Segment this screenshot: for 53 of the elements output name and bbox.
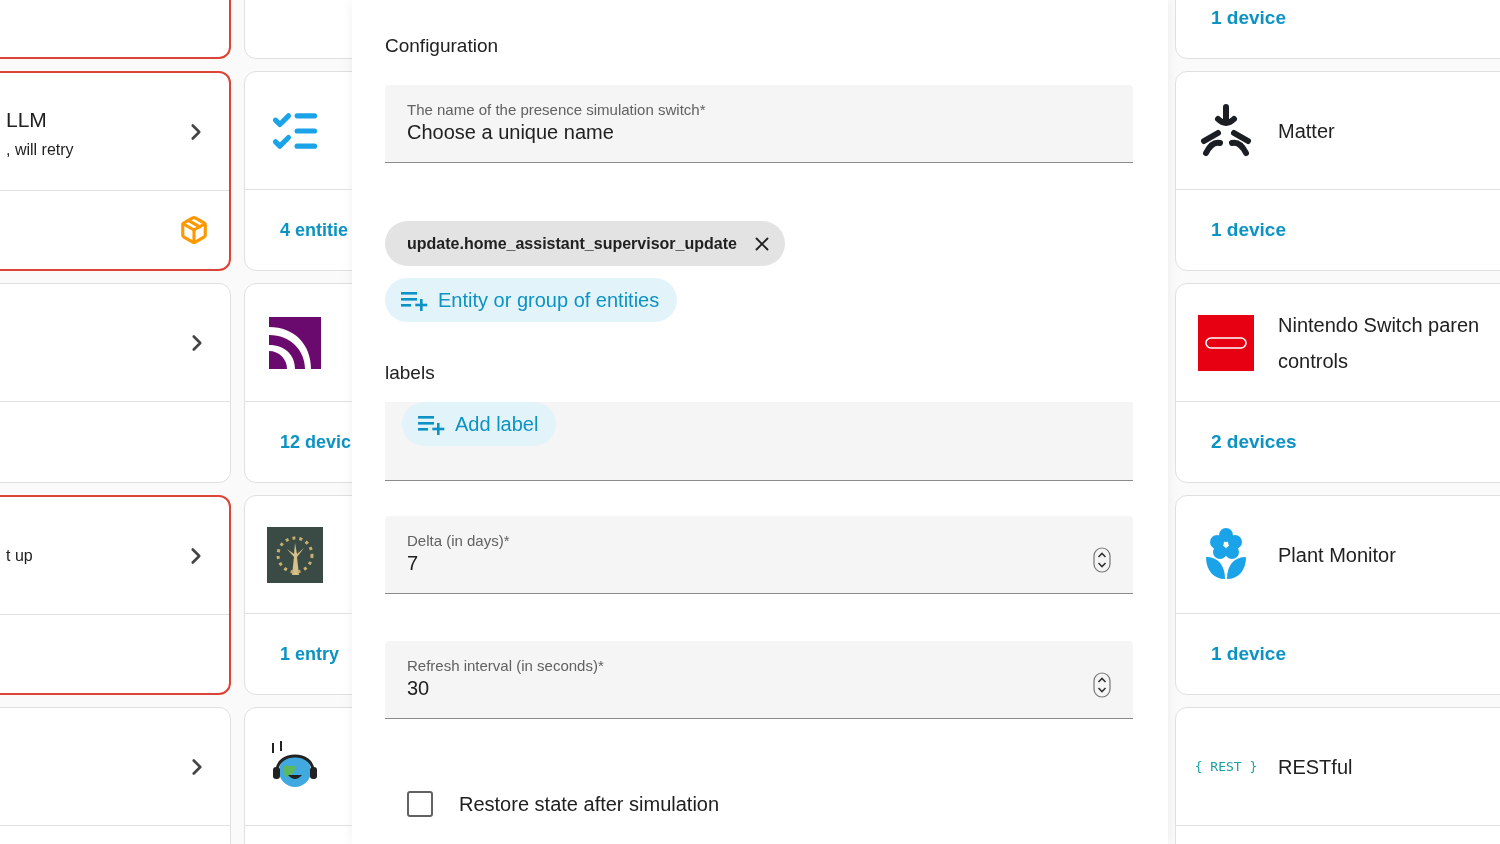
card-link[interactable]: 4 entitie <box>280 219 349 241</box>
integration-card[interactable]: 1 device <box>1175 0 1500 59</box>
integration-card[interactable]: 1 entry <box>244 495 352 695</box>
card-link[interactable]: 1 device <box>1211 7 1286 29</box>
integration-card[interactable]: Nintendo Switch paren controls 2 devices <box>1175 283 1500 483</box>
field-label: The name of the presence simulation switch* <box>407 100 707 120</box>
stepper-icon[interactable] <box>1093 672 1111 698</box>
checkbox-label: Restore state after simulation <box>459 792 720 816</box>
field-value: Choose a unique name <box>407 120 615 144</box>
card-title: Matter <box>1278 118 1335 144</box>
name-field[interactable]: The name of the presence simulation switch* Choose a unique name <box>385 85 1133 163</box>
feed-icon <box>267 314 323 371</box>
card-subtitle: t up <box>6 546 34 565</box>
package-icon <box>179 215 209 245</box>
integration-card[interactable]: { REST } RESTful <box>1175 707 1500 844</box>
card-link[interactable]: 1 entry <box>280 643 340 665</box>
entity-chip[interactable]: update.home_assistant_supervisor_update <box>385 221 785 266</box>
tree-icon <box>267 526 323 583</box>
playlist-add-icon <box>418 413 446 435</box>
add-entity-button[interactable]: Entity or group of entities <box>385 278 678 322</box>
logo-text: { REST } <box>1194 759 1258 774</box>
stepper-icon[interactable] <box>1093 547 1111 573</box>
integration-card[interactable]: 4 entitie <box>244 71 352 271</box>
field-value: 7 <box>407 551 420 575</box>
card-link[interactable]: 1 device <box>1211 219 1286 241</box>
card-subtitle: , will retry <box>6 140 75 159</box>
card-title: RESTful <box>1278 754 1353 780</box>
section-heading: labels <box>385 362 436 384</box>
section-heading: Configuration <box>385 34 500 58</box>
number-field[interactable]: Refresh interval (in seconds)* 30 <box>385 641 1133 719</box>
add-label-button[interactable]: Add label <box>402 402 557 446</box>
number-field[interactable]: Delta (in days)* 7 <box>385 516 1133 594</box>
card-title: Nintendo Switch paren <box>1278 312 1480 338</box>
card-link[interactable]: 2 devices <box>1211 431 1297 453</box>
integration-card[interactable]: Matter 1 device <box>1175 71 1500 271</box>
integration-card[interactable]: LLM , will retry <box>0 71 231 271</box>
card-title: controls <box>1278 348 1350 374</box>
field-label: Refresh interval (in seconds)* <box>407 656 605 676</box>
integration-card[interactable]: t up <box>0 495 231 695</box>
labels-field[interactable]: Add label <box>385 402 1133 481</box>
card-link[interactable]: 1 device <box>1211 643 1286 665</box>
chip-label: update.home_assistant_supervisor_update <box>407 234 737 253</box>
logo-icon <box>1198 314 1254 371</box>
integration-card[interactable]: 12 devic <box>244 283 352 483</box>
checkbox[interactable] <box>407 791 433 817</box>
playlist-add-icon <box>401 289 429 311</box>
integration-card[interactable]: Plant Monitor 1 device <box>1175 495 1500 695</box>
card-title: LLM <box>6 106 48 133</box>
field-value: 30 <box>407 676 431 700</box>
matter-icon <box>1198 102 1254 159</box>
field-label: Delta (in days)* <box>407 531 511 551</box>
card-link[interactable]: 12 devic <box>280 431 352 453</box>
card-title: Plant Monitor <box>1278 542 1396 568</box>
